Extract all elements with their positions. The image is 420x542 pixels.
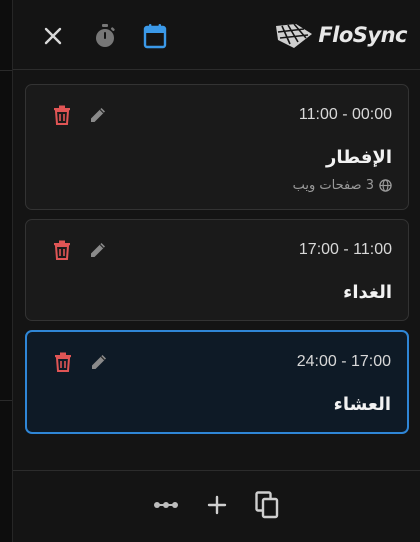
- entry-card[interactable]: 11:00 - 00:00 الإفطار 3 صفحات ويب: [25, 84, 409, 210]
- entry-meta: 3 صفحات ويب: [293, 178, 392, 193]
- close-button[interactable]: [37, 20, 69, 52]
- trash-icon: [55, 352, 71, 372]
- entry-card[interactable]: 17:00 - 11:00 الغداء: [25, 219, 409, 321]
- entry-card[interactable]: 24:00 - 17:00 العشاء: [25, 330, 409, 434]
- edit-button[interactable]: [86, 103, 110, 127]
- trash-icon: [54, 240, 70, 260]
- add-button[interactable]: [201, 489, 233, 521]
- logo-text: FloSync: [318, 23, 407, 47]
- copy-icon: [255, 491, 279, 519]
- flosync-logo: FloSync: [274, 18, 407, 52]
- entry-toolbar: 24:00 - 17:00: [27, 350, 407, 376]
- timer-icon: [96, 24, 115, 47]
- entry-meta-text: 3 صفحات ويب: [292, 178, 374, 193]
- delete-button[interactable]: [50, 103, 74, 127]
- entry-toolbar: 17:00 - 11:00: [26, 238, 408, 264]
- panel-header: FloSync: [13, 0, 420, 70]
- add-icon: [207, 495, 227, 515]
- flosync-logo-icon: [276, 23, 313, 48]
- left-edge-strip: [0, 0, 12, 542]
- copy-button[interactable]: [251, 489, 283, 521]
- pencil-icon: [91, 108, 105, 122]
- entry-title: الغداء: [343, 282, 392, 303]
- calendar-button[interactable]: [139, 20, 171, 52]
- more-icon: [154, 502, 178, 508]
- entry-time: 17:00 - 11:00: [298, 241, 392, 258]
- delete-button[interactable]: [51, 350, 75, 374]
- pencil-icon: [92, 355, 106, 369]
- schedule-panel: FloSync 11:00 - 00:00 الإفطار 3 صفحات وي…: [12, 0, 420, 542]
- calendar-icon: [143, 24, 167, 49]
- entry-time: 24:00 - 17:00: [296, 353, 391, 370]
- trash-icon: [54, 105, 70, 125]
- edit-button[interactable]: [86, 238, 110, 262]
- delete-button[interactable]: [50, 238, 74, 262]
- entry-time: 11:00 - 00:00: [298, 106, 392, 123]
- more-button[interactable]: [150, 489, 182, 521]
- edit-button[interactable]: [87, 350, 111, 374]
- pencil-icon: [91, 243, 105, 257]
- timer-button[interactable]: [89, 20, 121, 52]
- entry-title: الإفطار: [325, 147, 392, 168]
- close-icon: [44, 27, 62, 45]
- panel-footer: [13, 470, 420, 542]
- entry-toolbar: 11:00 - 00:00: [26, 103, 408, 129]
- entry-title: العشاء: [333, 394, 391, 415]
- globe-icon: [379, 179, 392, 192]
